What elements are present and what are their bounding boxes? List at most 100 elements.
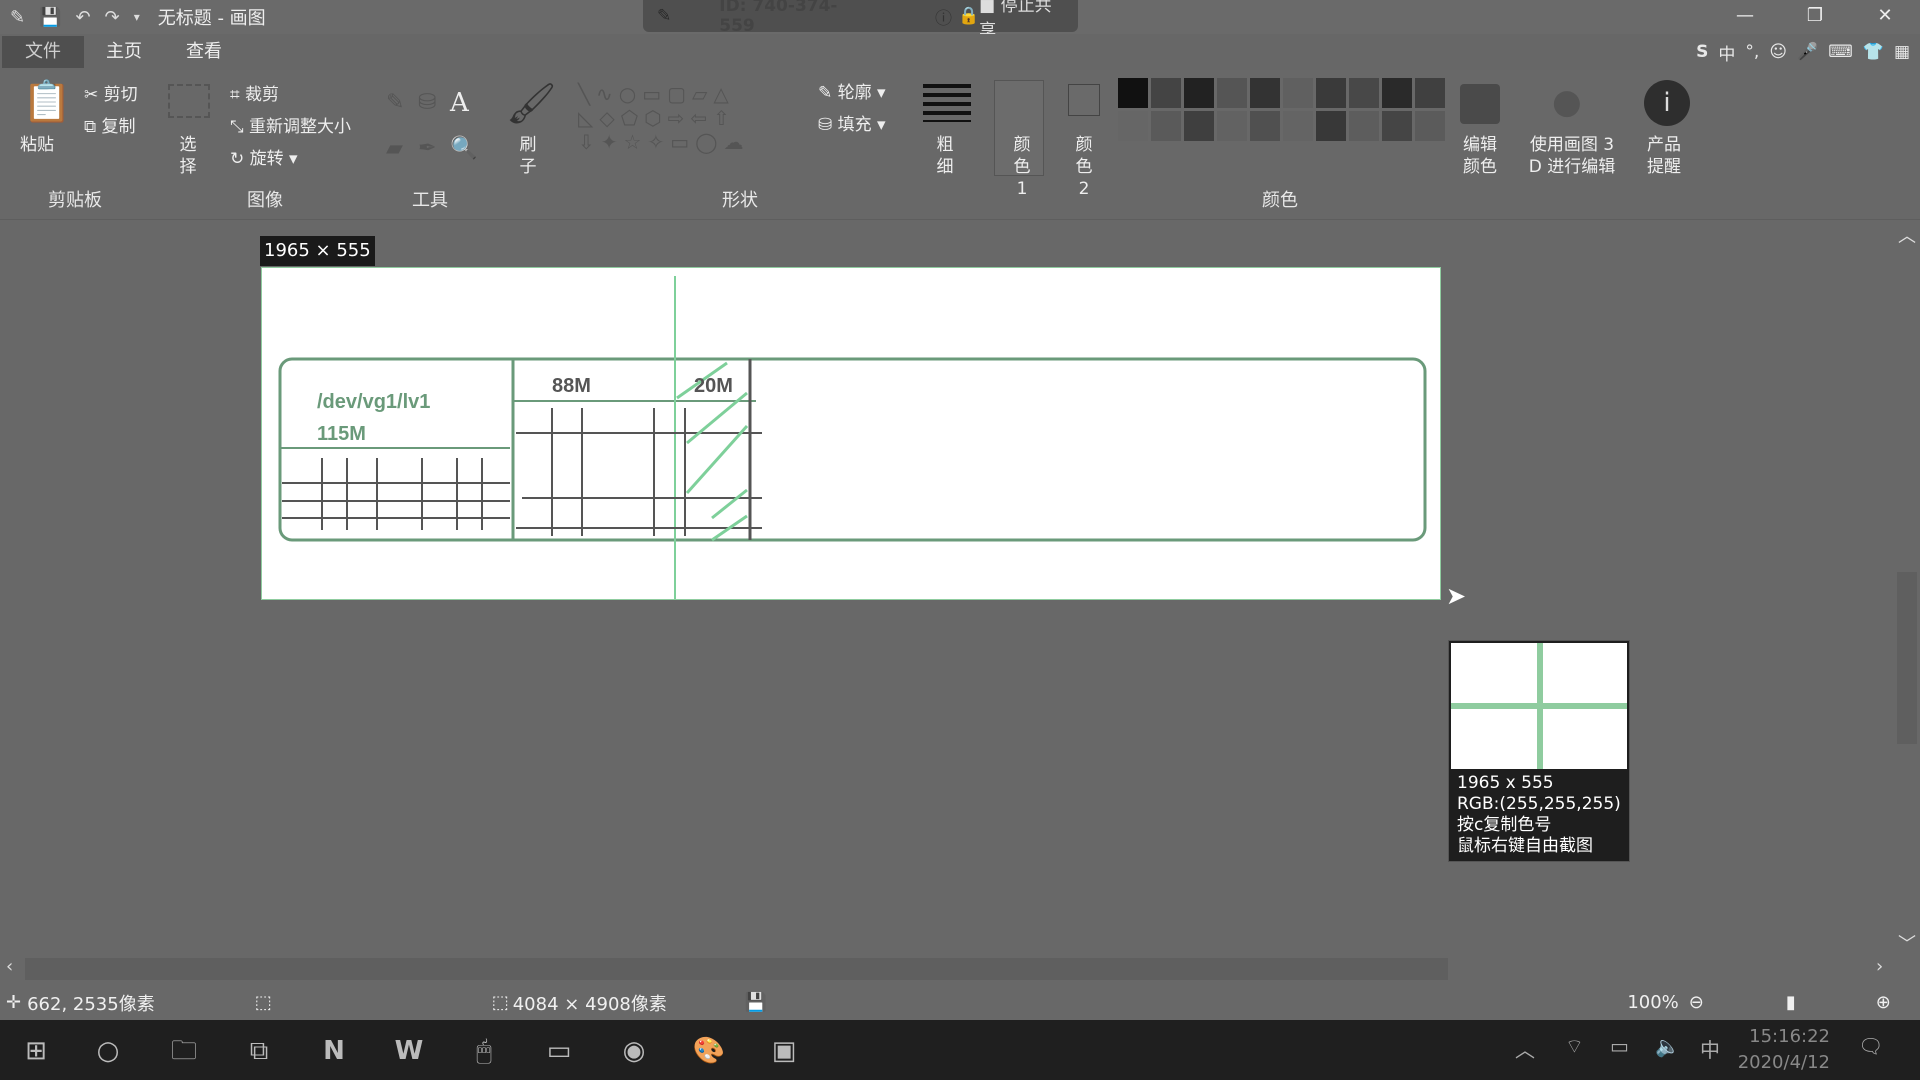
- zoom-slider-thumb[interactable]: ▮: [1786, 992, 1796, 1013]
- vertical-scrollbar-thumb[interactable]: [1897, 572, 1917, 744]
- horizontal-scrollbar-thumb[interactable]: [25, 958, 1448, 980]
- color2-label[interactable]: 颜色 2: [1070, 134, 1098, 200]
- tab-home[interactable]: 主页: [84, 36, 164, 68]
- keyboard-icon[interactable]: ⌨: [1828, 42, 1853, 62]
- zoom-in-icon[interactable]: ⊕: [1876, 992, 1891, 1013]
- taskbar-ime[interactable]: 中: [1700, 1034, 1720, 1063]
- clock[interactable]: 15:16:22 2020/4/12: [1738, 1024, 1830, 1076]
- info-icon[interactable]: i: [1644, 80, 1690, 126]
- palette-swatch[interactable]: [1283, 111, 1313, 141]
- palette-swatch[interactable]: [1151, 111, 1181, 141]
- annotate-icon[interactable]: ✎: [657, 6, 671, 26]
- notification-icon[interactable]: 🗨: [1858, 1034, 1883, 1058]
- punctuation-icon[interactable]: °,: [1745, 42, 1759, 62]
- palette-swatch[interactable]: [1415, 111, 1445, 141]
- size-button[interactable]: 粗细: [935, 134, 955, 178]
- brush-button[interactable]: 刷子: [518, 134, 538, 178]
- paste-icon[interactable]: 📋: [22, 78, 72, 125]
- search-icon[interactable]: ○: [84, 1028, 132, 1074]
- edit-colors-button[interactable]: 编辑颜色: [1460, 134, 1500, 178]
- cut-button[interactable]: ✂ 剪切: [84, 84, 138, 106]
- palette-swatch[interactable]: [1217, 78, 1247, 108]
- color2-swatch[interactable]: [1068, 84, 1100, 116]
- file-explorer-icon[interactable]: 🗀: [160, 1028, 208, 1074]
- copy-button[interactable]: ⧉ 复制: [84, 116, 136, 138]
- info-icon[interactable]: ⓘ: [935, 4, 952, 29]
- palette-swatch[interactable]: [1349, 111, 1379, 141]
- close-button[interactable]: ✕: [1850, 0, 1920, 34]
- skin-icon[interactable]: 👕: [1863, 42, 1884, 62]
- palette-swatch[interactable]: [1349, 78, 1379, 108]
- text-tool-icon[interactable]: A: [450, 88, 469, 118]
- toolbox-icon[interactable]: ▦: [1894, 42, 1910, 62]
- palette-swatch[interactable]: [1184, 111, 1214, 141]
- palette-swatch[interactable]: [1283, 78, 1313, 108]
- palette-swatch[interactable]: [1382, 111, 1412, 141]
- tab-view[interactable]: 查看: [164, 36, 244, 68]
- crop-button[interactable]: ⌗ 裁剪: [230, 84, 279, 106]
- volume-icon[interactable]: 🔈: [1655, 1034, 1680, 1058]
- canvas[interactable]: /dev/vg1/lv1 115M 88M 20M: [261, 267, 1441, 600]
- palette-swatch[interactable]: [1151, 78, 1181, 108]
- outline-button[interactable]: ✎ 轮廓 ▾: [818, 82, 886, 104]
- word-icon[interactable]: W: [385, 1028, 433, 1074]
- paint3d-icon[interactable]: ●: [1552, 82, 1582, 122]
- fill-bucket-icon[interactable]: ⛁: [418, 90, 436, 115]
- onenote-icon[interactable]: N: [310, 1028, 358, 1074]
- paint-icon[interactable]: 🎨: [685, 1028, 733, 1074]
- paint3d-button[interactable]: 使用画图 3 D 进行编辑: [1526, 134, 1618, 178]
- battery-icon[interactable]: ▭: [1610, 1034, 1629, 1058]
- palette-swatch[interactable]: [1316, 78, 1346, 108]
- scroll-right-icon[interactable]: ›: [1876, 956, 1883, 977]
- palette-swatch[interactable]: [1118, 111, 1148, 141]
- edit-colors-icon[interactable]: [1460, 84, 1500, 124]
- tab-file[interactable]: 文件: [2, 36, 84, 68]
- select-icon[interactable]: [168, 84, 210, 118]
- palette-swatch[interactable]: [1382, 78, 1412, 108]
- scroll-down-icon[interactable]: ﹀: [1898, 930, 1916, 956]
- paste-button[interactable]: 粘贴: [20, 134, 54, 156]
- tray-expand-icon[interactable]: ︿: [1515, 1034, 1535, 1063]
- palette-swatch[interactable]: [1217, 111, 1247, 141]
- windows-start-icon[interactable]: ⊞: [12, 1028, 60, 1074]
- pencil-icon[interactable]: ✎: [386, 90, 404, 115]
- scroll-up-icon[interactable]: ︿: [1898, 222, 1916, 248]
- resize-button[interactable]: ⤡ 重新调整大小: [230, 116, 351, 138]
- select-button[interactable]: 选择: [178, 134, 198, 178]
- eraser-icon[interactable]: ▰: [386, 136, 403, 161]
- product-alert-button[interactable]: 产品提醒: [1644, 134, 1684, 178]
- shapes-gallery[interactable]: ╲∿○▭▢▱△ ◺◇⬠⬡⇨⇦⇧ ⇩✦☆✧▭◯☁: [578, 82, 749, 154]
- network-icon[interactable]: ⌔: [1565, 1034, 1584, 1059]
- restore-button[interactable]: ❐: [1780, 0, 1850, 34]
- palette-swatch[interactable]: [1184, 78, 1214, 108]
- palette-swatch[interactable]: [1118, 78, 1148, 108]
- zoom-out-icon[interactable]: ⊖: [1689, 992, 1704, 1013]
- color1-label[interactable]: 颜色 1: [1008, 134, 1036, 200]
- ime-lang[interactable]: 中: [1718, 40, 1735, 65]
- firefox-icon[interactable]: ◉: [610, 1028, 658, 1074]
- mouse-app-icon[interactable]: 🖱: [460, 1028, 508, 1074]
- palette-swatch[interactable]: [1250, 78, 1280, 108]
- fill-button[interactable]: ⛁ 填充 ▾: [818, 114, 886, 136]
- save-icon[interactable]: 💾: [39, 7, 61, 28]
- terminal-icon[interactable]: ▭: [535, 1028, 583, 1074]
- lock-icon[interactable]: 🔒: [958, 6, 979, 26]
- palette-swatch[interactable]: [1415, 78, 1445, 108]
- minimize-button[interactable]: —: [1710, 0, 1780, 34]
- line-size-icon[interactable]: [923, 84, 971, 122]
- task-view-icon[interactable]: ⧉: [235, 1028, 283, 1074]
- palette-swatch[interactable]: [1250, 111, 1280, 141]
- redo-icon[interactable]: ↷: [105, 7, 120, 28]
- undo-icon[interactable]: ↶: [76, 7, 91, 28]
- emoji-icon[interactable]: ☺: [1769, 42, 1787, 62]
- camera-icon[interactable]: ▣: [760, 1028, 808, 1074]
- magnifier-icon[interactable]: 🔍: [450, 136, 477, 161]
- mic-icon[interactable]: 🎤: [1797, 42, 1818, 62]
- sogou-logo-icon[interactable]: S: [1696, 42, 1708, 62]
- scroll-left-icon[interactable]: ‹: [6, 956, 13, 977]
- color-picker-icon[interactable]: ✒: [418, 136, 436, 161]
- rotate-button[interactable]: ↻ 旋转 ▾: [230, 148, 298, 170]
- customize-quick-access-icon[interactable]: ▾: [134, 10, 140, 24]
- brush-icon[interactable]: 🖌: [506, 80, 557, 127]
- palette-swatch[interactable]: [1316, 111, 1346, 141]
